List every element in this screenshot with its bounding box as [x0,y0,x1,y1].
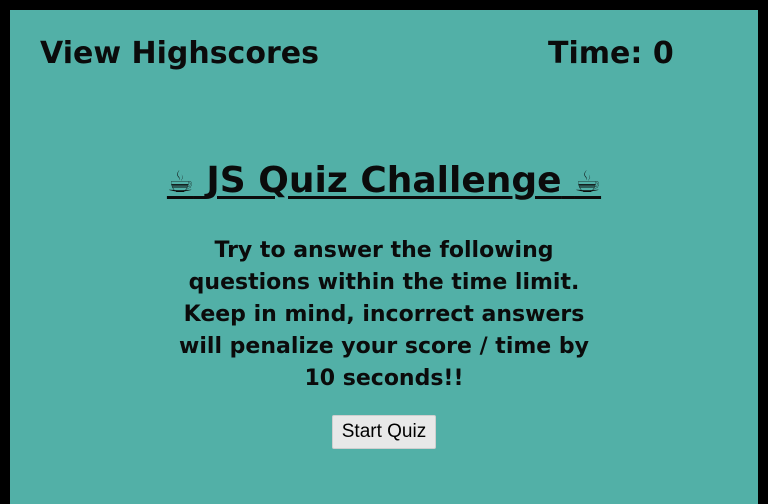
header: View Highscores Time: 0 [10,10,758,100]
quiz-intro: ☕ JS Quiz Challenge ☕ Try to answer the … [10,160,758,449]
view-highscores-link[interactable]: View Highscores [40,36,319,71]
page-title: ☕ JS Quiz Challenge ☕ [167,160,601,201]
timer: Time: 0 [548,36,674,71]
coffee-icon: ☕ [574,165,602,200]
timer-label: Time: [548,36,643,71]
timer-value: 0 [652,36,674,71]
coffee-icon: ☕ [166,165,194,200]
start-quiz-button[interactable]: Start Quiz [331,415,437,449]
quiz-description: Try to answer the following questions wi… [179,238,589,391]
quiz-page: View Highscores Time: 0 ☕ JS Quiz Challe… [10,10,758,504]
page-title-text: JS Quiz Challenge [206,160,562,201]
